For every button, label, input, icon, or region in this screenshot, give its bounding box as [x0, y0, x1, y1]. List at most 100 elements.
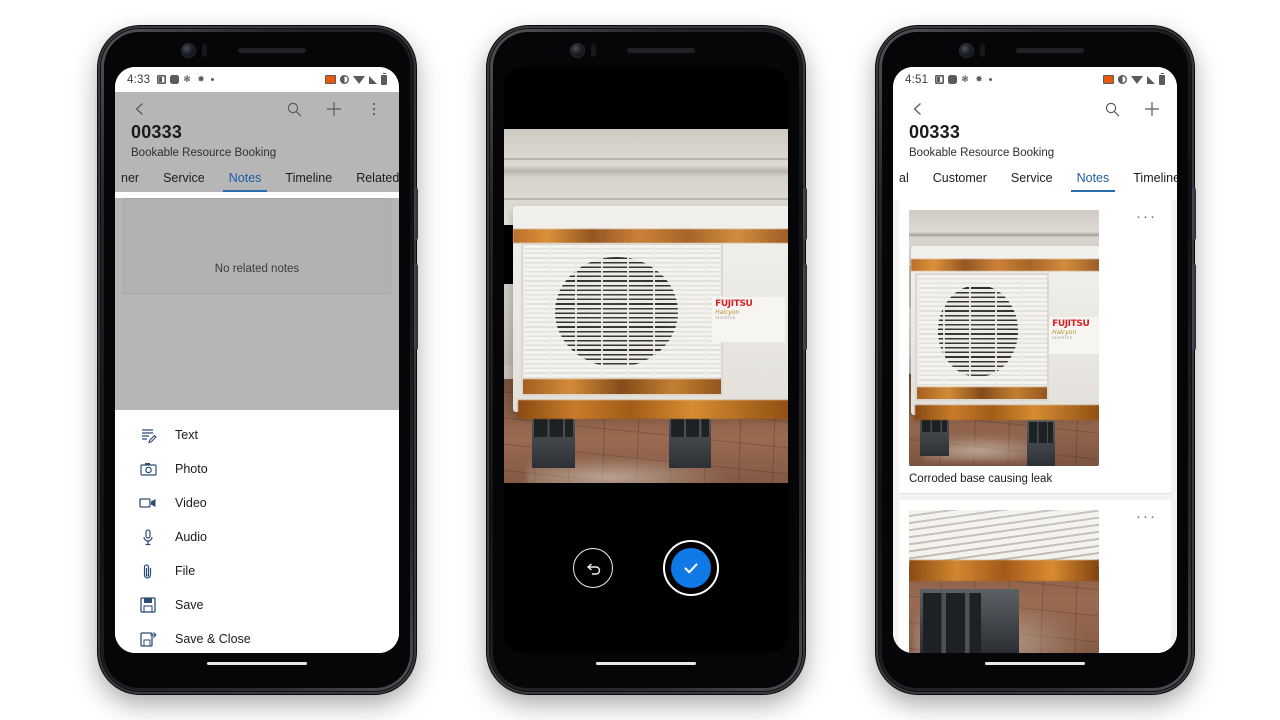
photo-grille-slats	[909, 510, 1099, 567]
status-right-group	[1103, 72, 1165, 85]
photo-condenser-body: FUJITSU Halcyon INVERTER	[910, 245, 1099, 420]
earpiece-speaker	[238, 48, 306, 53]
related-notes-panel: No related notes	[123, 198, 391, 294]
status-bar-left: 4:33 ❃ ✸	[115, 67, 399, 92]
earpiece-speaker	[627, 48, 695, 53]
record-id-left: 00333	[131, 122, 183, 142]
captured-photo: FUJITSU Halcyon INVERTER	[504, 129, 788, 497]
tab-customer[interactable]: Customer	[921, 167, 999, 192]
more-vertical-icon[interactable]	[363, 98, 385, 120]
volume-button[interactable]	[803, 188, 807, 240]
photo-grille-ribs	[522, 245, 722, 394]
photo-wall-line	[909, 233, 1099, 236]
menu-item-save[interactable]: Save	[115, 588, 399, 622]
tab-owner[interactable]: ner	[115, 167, 151, 192]
menu-item-save-close[interactable]: Save & Close	[115, 622, 399, 653]
save-icon	[137, 595, 159, 615]
add-icon[interactable]	[1141, 98, 1163, 120]
photo-rust-band	[909, 559, 1099, 581]
tab-notes[interactable]: Notes	[217, 167, 274, 192]
status-left-group: 4:51 ❃ ✸	[905, 73, 993, 86]
back-icon[interactable]	[129, 98, 151, 120]
power-button[interactable]	[803, 264, 807, 350]
proximity-sensor-icon	[202, 44, 207, 57]
front-camera-icon	[960, 44, 973, 57]
app-bar-actions-right	[1101, 98, 1163, 120]
photo-brand-name: FUJITSU	[1052, 318, 1090, 329]
photo-rust-base	[518, 399, 788, 419]
menu-label: File	[175, 564, 196, 578]
menu-item-photo[interactable]: Photo	[115, 452, 399, 486]
menu-label: Audio	[175, 530, 207, 544]
text-note-icon	[137, 425, 159, 445]
camera-capture-screen: FUJITSU Halcyon INVERTER	[504, 67, 788, 653]
note-list-item[interactable]: ···	[899, 200, 1171, 494]
tab-notes[interactable]: Notes	[1065, 167, 1122, 192]
photo-grille-closeup	[909, 510, 1099, 567]
square-icon	[948, 75, 958, 84]
tab-timeline[interactable]: Timeline	[1121, 167, 1177, 192]
home-indicator	[985, 662, 1085, 665]
volume-button[interactable]	[1192, 188, 1196, 240]
photo-brand-label: FUJITSU Halcyon INVERTER	[712, 296, 786, 343]
photo-metal-riser-closeup	[920, 589, 1020, 653]
photo-rust-base	[914, 404, 1099, 420]
note-thumbnail[interactable]: FUJITSU Halcyon INVERTER	[909, 210, 1099, 466]
video-icon	[137, 493, 159, 513]
photo-brand-series: Halcyon	[1052, 328, 1077, 336]
back-icon[interactable]	[907, 98, 929, 120]
power-button[interactable]	[1192, 264, 1196, 350]
calendar-icon	[935, 75, 945, 84]
phone-left: 4:33 ❃ ✸ 00333 Bookable Resource Booking…	[98, 26, 418, 694]
notes-list[interactable]: ··· FUJITSU Halcyon INVERTER Corroded ba…	[893, 200, 1177, 653]
tab-timeline[interactable]: Timeline	[273, 167, 344, 192]
tab-service[interactable]: Service	[151, 167, 217, 192]
bluetooth-icon: ✸	[975, 74, 983, 84]
action-menu-sheet: Text Photo Video Audio File Save Save & …	[115, 410, 399, 653]
record-type-right: Bookable Resource Booking	[909, 147, 1055, 159]
phone-right-screen: 4:51 ❃ ✸ 00333 Bookable Resource Booking…	[893, 67, 1177, 653]
note-overflow-icon[interactable]: ···	[1136, 508, 1157, 525]
photo-rust-top	[512, 228, 788, 244]
app-bar-left	[115, 92, 399, 122]
phone-right: 4:51 ❃ ✸ 00333 Bookable Resource Booking…	[876, 26, 1196, 694]
note-thumbnail[interactable]	[909, 510, 1099, 653]
photo-brand-name: FUJITSU	[715, 298, 753, 309]
tab-general[interactable]: al	[893, 167, 921, 192]
photo-condenser-body: FUJITSU Halcyon INVERTER	[512, 206, 788, 419]
accept-photo-button[interactable]	[663, 540, 719, 596]
power-button[interactable]	[414, 264, 418, 350]
volume-button[interactable]	[414, 188, 418, 240]
photo-fan-grille	[914, 272, 1050, 402]
menu-item-text[interactable]: Text	[115, 418, 399, 452]
app-bar-actions-left	[283, 98, 385, 120]
app-header-right: 00333 Bookable Resource Booking al Custo…	[893, 92, 1177, 192]
tab-service[interactable]: Service	[999, 167, 1065, 192]
menu-label: Photo	[175, 462, 208, 476]
photo-wall-line	[504, 197, 788, 200]
menu-item-file[interactable]: File	[115, 554, 399, 588]
note-caption: Corroded base causing leak	[909, 473, 1053, 485]
add-icon[interactable]	[323, 98, 345, 120]
ac-unit-photo-thumb: FUJITSU Halcyon INVERTER	[909, 210, 1099, 466]
status-time: 4:51	[905, 73, 929, 86]
app-header-left: 00333 Bookable Resource Booking ner Serv…	[115, 92, 399, 192]
note-overflow-icon[interactable]: ···	[1136, 208, 1157, 225]
tab-related[interactable]: Related	[344, 167, 399, 192]
search-icon[interactable]	[283, 98, 305, 120]
menu-label: Save	[175, 598, 204, 612]
search-icon[interactable]	[1101, 98, 1123, 120]
menu-item-audio[interactable]: Audio	[115, 520, 399, 554]
undo-icon[interactable]	[573, 548, 613, 588]
screenshot-stage: 4:33 ❃ ✸ 00333 Bookable Resource Booking…	[0, 0, 1280, 720]
bluetooth-icon: ✸	[197, 74, 205, 84]
do-not-disturb-icon	[340, 75, 349, 84]
notes-empty-area: No related notes Text Photo Video Audio …	[115, 198, 399, 653]
photo-brand-sub: INVERTER	[1052, 335, 1073, 340]
photo-fan-grille	[520, 243, 724, 396]
menu-item-video[interactable]: Video	[115, 486, 399, 520]
wifi-icon	[1131, 75, 1143, 84]
note-list-item[interactable]: ···	[899, 500, 1171, 653]
cast-icon	[1103, 75, 1114, 84]
ac-unit-photo-thumb-2	[909, 510, 1099, 653]
